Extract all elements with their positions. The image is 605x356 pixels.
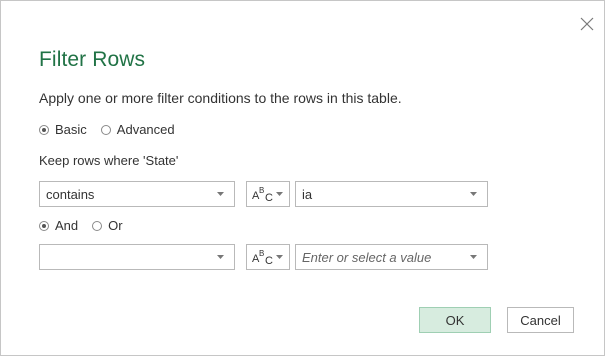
svg-text:B: B [259, 249, 264, 258]
condition1-type-button[interactable]: A B C [246, 181, 290, 207]
svg-text:C: C [265, 192, 273, 203]
and-label: And [55, 218, 79, 233]
or-radio-option[interactable]: Or [92, 218, 123, 233]
cancel-button[interactable]: Cancel [507, 307, 574, 333]
mode-radio-group: Basic Advanced [39, 122, 189, 137]
filter-rows-dialog: Filter Rows Apply one or more filter con… [0, 0, 605, 356]
condition2-value-input[interactable]: Enter or select a value [295, 244, 488, 270]
chevron-down-icon [217, 192, 224, 196]
keep-rows-label: Keep rows where 'State' [39, 153, 179, 168]
and-radio[interactable] [39, 220, 49, 231]
basic-label: Basic [55, 122, 87, 137]
dialog-title: Filter Rows [39, 48, 146, 71]
advanced-radio[interactable] [100, 124, 111, 135]
condition2-value-placeholder: Enter or select a value [302, 249, 432, 265]
logic-radio-group: And Or [39, 218, 137, 233]
chevron-down-icon [470, 255, 477, 259]
basic-radio-option[interactable]: Basic [39, 122, 87, 137]
advanced-label: Advanced [116, 122, 175, 137]
ok-button[interactable]: OK [419, 307, 491, 333]
chevron-down-icon [276, 255, 283, 259]
abc-type-icon: A B C [252, 186, 273, 203]
chevron-down-icon [217, 255, 224, 259]
condition1-value: ia [302, 186, 313, 202]
condition1-operator-select[interactable]: contains [39, 181, 235, 207]
chevron-down-icon [470, 192, 477, 196]
advanced-radio-option[interactable]: Advanced [100, 122, 175, 137]
abc-type-icon: A B C [252, 249, 273, 266]
and-radio-option[interactable]: And [39, 218, 78, 233]
condition2-operator-select[interactable] [39, 244, 235, 270]
chevron-down-icon [276, 192, 283, 196]
condition1-value-input[interactable]: ia [295, 181, 488, 207]
basic-radio[interactable] [39, 124, 49, 135]
condition1-operator-value: contains [46, 186, 95, 202]
or-radio[interactable] [92, 220, 103, 231]
svg-text:B: B [259, 186, 264, 195]
svg-text:C: C [265, 255, 273, 266]
dialog-description: Apply one or more filter conditions to t… [39, 90, 402, 106]
or-label: Or [108, 218, 123, 233]
condition2-type-button[interactable]: A B C [246, 244, 290, 270]
close-icon[interactable] [578, 15, 596, 33]
